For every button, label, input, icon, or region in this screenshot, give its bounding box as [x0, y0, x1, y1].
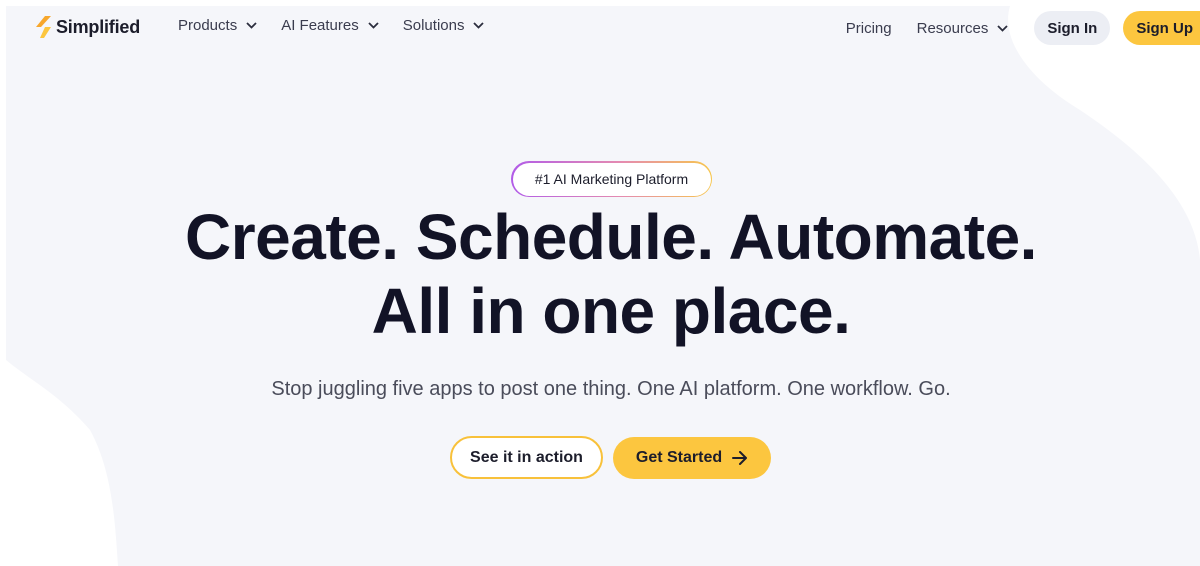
nav-menu: Products AI Features Solutions: [178, 17, 485, 34]
get-started-label: Get Started: [635, 449, 723, 466]
hero-headline-line-1: Create. Schedule. Automate.: [185, 201, 1037, 273]
nav-ai-features[interactable]: AI Features: [281, 17, 379, 34]
arrow-right-icon: [732, 451, 748, 465]
chevron-down-icon: [473, 22, 485, 29]
hero-headline: Create. Schedule. Automate. All in one p…: [0, 200, 1200, 348]
nav-solutions-label: Solutions: [402, 17, 465, 34]
hero-headline-line-2: All in one place.: [371, 275, 851, 347]
top-navigation: Simplified Products AI Features Solution…: [0, 0, 1200, 57]
chevron-down-icon: [246, 22, 257, 29]
sign-up-button[interactable]: Sign Up: [1123, 11, 1200, 45]
nav-resources[interactable]: Resources: [917, 20, 1009, 37]
nav-ai-features-label: AI Features: [281, 17, 359, 34]
nav-solutions[interactable]: Solutions: [403, 17, 485, 34]
nav-resources-label: Resources: [916, 19, 989, 37]
simplified-logo-icon: [36, 16, 51, 38]
hero-subtitle: Stop juggling five apps to post one thin…: [271, 378, 951, 400]
platform-badge: #1 AI Marketing Platform: [511, 161, 712, 197]
nav-products[interactable]: Products: [178, 17, 257, 34]
see-it-in-action-button[interactable]: See it in action: [450, 436, 603, 479]
logo-text: Simplified: [56, 16, 141, 37]
get-started-button[interactable]: Get Started: [613, 437, 771, 479]
chevron-down-icon: [368, 22, 379, 29]
nav-actions: Pricing Resources Sign In Sign Up: [846, 11, 1200, 45]
nav-pricing[interactable]: Pricing: [846, 20, 892, 37]
nav-products-label: Products: [178, 17, 238, 34]
platform-badge-label: #1 AI Marketing Platform: [512, 162, 711, 196]
sign-in-button[interactable]: Sign In: [1034, 11, 1111, 45]
logo[interactable]: Simplified: [36, 16, 140, 38]
chevron-down-icon: [997, 24, 1008, 32]
page: Simplified Products AI Features Solution…: [0, 0, 1200, 566]
